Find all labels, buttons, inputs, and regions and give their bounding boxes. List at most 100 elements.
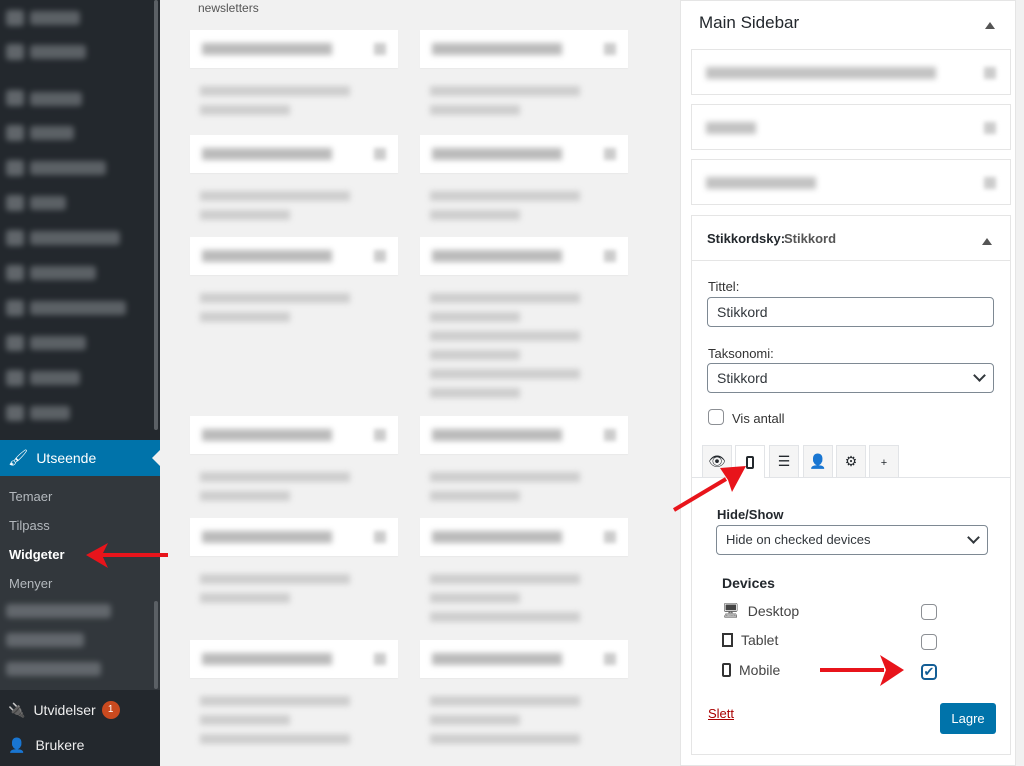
menu-item-appearance[interactable]: 🖌 Utseende [0, 440, 160, 476]
collapse-icon[interactable] [982, 233, 992, 245]
widget-description [430, 312, 520, 322]
device-row-desktop: 🖥 Desktop [722, 602, 799, 619]
available-widget[interactable] [190, 640, 398, 678]
title-input[interactable]: Stikkord [707, 297, 994, 327]
widget-description [430, 612, 580, 622]
widget-description [200, 210, 290, 220]
available-widget[interactable] [420, 640, 628, 678]
hide-show-select[interactable]: Hide on checked devices [716, 525, 988, 555]
widget-description [200, 491, 290, 501]
widget-description [430, 191, 580, 201]
available-widget[interactable] [190, 416, 398, 454]
collapsed-widget[interactable] [691, 159, 1011, 205]
available-widget[interactable] [420, 30, 628, 68]
submenu-customize[interactable]: Tilpass [9, 518, 50, 533]
appearance-submenu: Temaer Tilpass Widgeter Menyer [0, 476, 160, 690]
desktop-checkbox[interactable] [921, 604, 937, 620]
delete-link[interactable]: Slett [708, 706, 734, 721]
widget-description [430, 105, 520, 115]
collapse-icon[interactable] [985, 17, 995, 29]
widget-description [430, 331, 580, 341]
collapsed-widget[interactable] [691, 49, 1011, 95]
tab-users[interactable]: 👤 [803, 445, 833, 477]
device-row-tablet: Tablet [722, 632, 778, 648]
tab-more[interactable]: + [869, 445, 899, 477]
show-count-checkbox[interactable] [708, 409, 724, 425]
tablet-checkbox[interactable] [921, 634, 937, 650]
widget-title: Stikkord [784, 231, 837, 246]
menu-item-plugins[interactable]: 🔌 Utvidelser 1 [0, 693, 160, 727]
menu-label: Brukere [35, 737, 85, 753]
align-icon: ☰ [777, 453, 791, 469]
widget-description [430, 350, 520, 360]
widget-description [200, 312, 290, 322]
tablet-icon [722, 633, 733, 647]
menu-item-users[interactable]: 👤 Brukere [0, 728, 160, 762]
available-widget[interactable] [420, 518, 628, 556]
hide-show-label: Hide/Show [717, 507, 784, 522]
widget-description [430, 696, 580, 706]
devices-label: Devices [722, 575, 775, 591]
available-widget[interactable] [190, 237, 398, 275]
tab-devices[interactable] [735, 445, 765, 478]
show-count-label: Vis antall [732, 411, 785, 426]
available-widget[interactable] [420, 237, 628, 275]
user-icon: 👤 [8, 736, 26, 753]
checkmark-icon: ✔ [923, 664, 935, 679]
widget-description [430, 734, 580, 744]
menu-scrollbar[interactable] [154, 0, 158, 430]
paintbrush-icon: 🖌 [8, 450, 29, 467]
chevron-down-icon [973, 369, 986, 382]
widget-description [200, 191, 350, 201]
update-badge: 1 [101, 701, 120, 719]
widget-description [200, 715, 290, 725]
widget-header[interactable]: Stikkordsky: Stikkord [692, 216, 1010, 261]
widget-description [430, 491, 520, 501]
available-widget[interactable] [190, 518, 398, 556]
hide-show-value: Hide on checked devices [726, 532, 871, 547]
menu-label: Utseende [36, 450, 97, 466]
desktop-icon: 🖥 [722, 602, 740, 618]
submenu-menus[interactable]: Menyer [9, 576, 52, 591]
plus-icon: + [880, 457, 888, 469]
mobile-checkbox[interactable]: ✔ [921, 664, 937, 680]
available-widget[interactable] [190, 135, 398, 173]
widget-description [430, 369, 580, 379]
widget-description [430, 388, 520, 398]
tag-cloud-widget: Stikkordsky: Stikkord Tittel: Stikkord T… [691, 215, 1011, 755]
widget-description [430, 715, 520, 725]
widget-description [200, 734, 350, 744]
collapsed-widget[interactable] [691, 104, 1011, 150]
available-widget[interactable] [420, 416, 628, 454]
menu-label: Utvidelser [33, 702, 96, 718]
save-button[interactable]: Lagre [940, 703, 996, 734]
device-row-mobile: Mobile [722, 662, 780, 678]
title-label: Tittel: [708, 279, 740, 294]
device-label: Desktop [747, 602, 800, 619]
widget-description [430, 86, 580, 96]
taxonomy-value: Stikkord [717, 370, 768, 386]
widget-type: Stikkordsky: [707, 231, 786, 246]
tab-settings[interactable]: ⚙ [836, 445, 866, 477]
available-widget[interactable] [190, 30, 398, 68]
widget-description [430, 593, 520, 603]
mobile-icon [746, 455, 754, 469]
widget-description: newsletters [198, 1, 259, 15]
tab-alignment[interactable]: ☰ [769, 445, 799, 477]
device-label: Tablet [741, 632, 779, 648]
user-icon: 👤 [809, 453, 827, 469]
taxonomy-select[interactable]: Stikkord [707, 363, 994, 393]
tab-visibility[interactable]: 👁 [702, 445, 732, 477]
submenu-widgets[interactable]: Widgeter [9, 547, 65, 562]
admin-menu: 🖌 Utseende Temaer Tilpass Widgeter Menye… [0, 0, 160, 766]
submenu-themes[interactable]: Temaer [9, 489, 52, 504]
widget-description [200, 105, 290, 115]
gear-icon: ⚙ [844, 453, 858, 469]
widget-description [430, 210, 520, 220]
sidebar-title: Main Sidebar [699, 13, 800, 32]
available-widget[interactable] [420, 135, 628, 173]
widget-description [430, 574, 580, 584]
widget-description [430, 472, 580, 482]
mobile-icon [722, 663, 731, 677]
chevron-down-icon [967, 531, 980, 544]
